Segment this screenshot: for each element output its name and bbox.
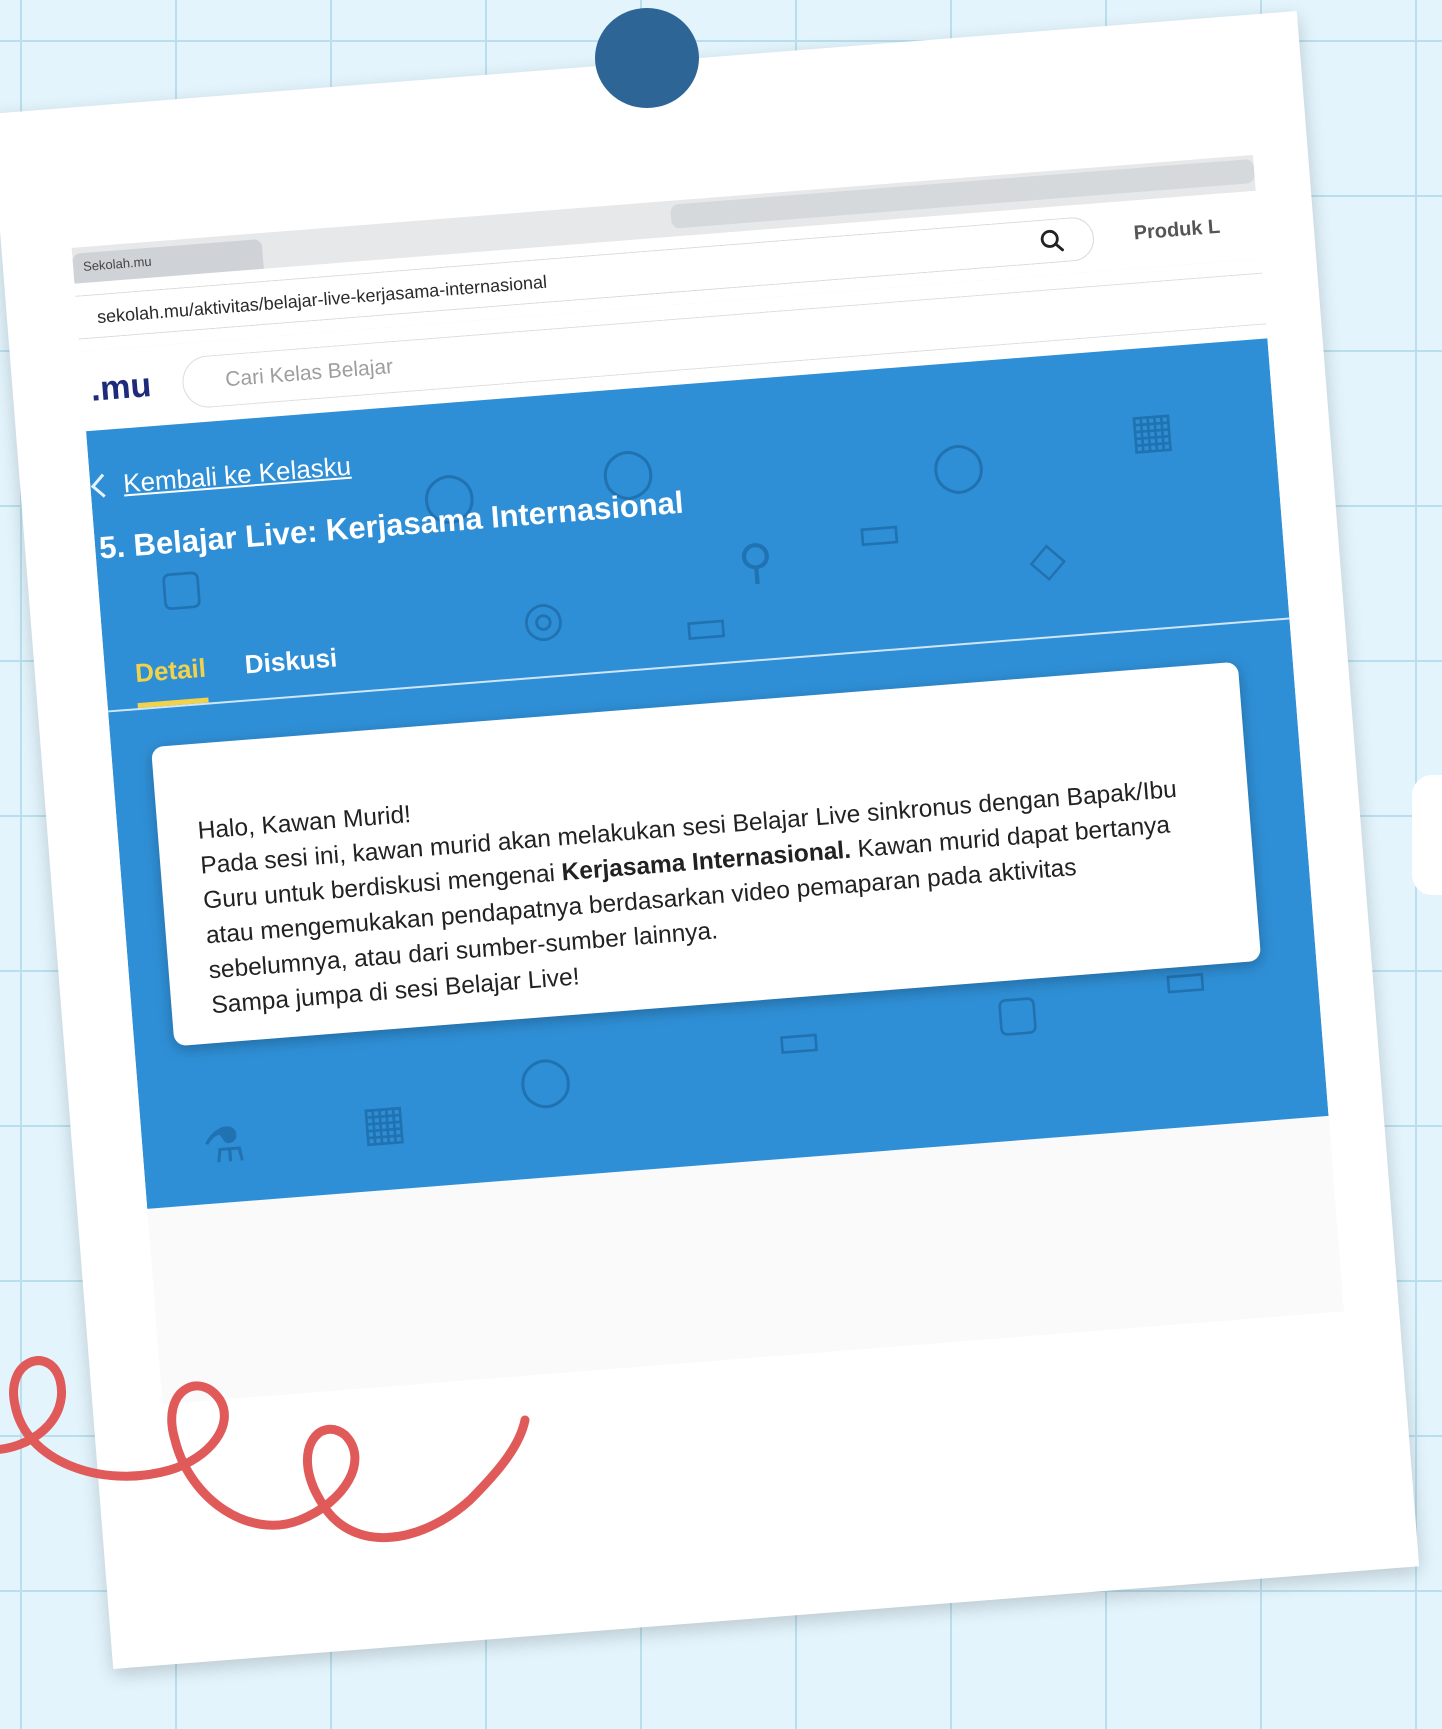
browser-screenshot: Sekolah.mu sekolah.mu/aktivitas/belajar-… <box>71 154 1344 1405</box>
detail-card: Halo, Kawan Murid! Pada sesi ini, kawan … <box>151 661 1262 1047</box>
squiggle-decoration <box>0 1356 530 1543</box>
activity-header: ◯ ◯ ◯ ▭ ◇ ⚲ ▭ ▦ ▢ ◎ ◯ ▦ ⚗ ▭ ▢ ▭ Kembali … <box>86 338 1329 1209</box>
shape-doodle-icon: ▢ <box>156 559 206 617</box>
produk-menu-link[interactable]: Produk L <box>1133 216 1221 246</box>
flask-doodle-icon: ⚗ <box>200 1118 248 1175</box>
tab-detail[interactable]: Detail <box>133 652 209 709</box>
shape-doodle-icon: ▢ <box>992 985 1042 1042</box>
search-icon[interactable] <box>1038 227 1066 255</box>
tab-diskusi[interactable]: Diskusi <box>244 642 340 694</box>
globe-doodle-icon: ◯ <box>516 1052 575 1110</box>
chevron-left-icon <box>90 473 115 498</box>
pin-decoration <box>595 8 699 108</box>
shape-doodle-icon: ▦ <box>1127 402 1177 460</box>
site-logo[interactable]: .mu <box>89 366 152 410</box>
shape-doodle-icon: ▦ <box>359 1095 409 1152</box>
globe-doodle-icon: ◯ <box>929 437 988 495</box>
magnifier-doodle-icon: ⚲ <box>736 534 776 591</box>
activity-title: 5. Belajar Live: Kerjasama Internasional <box>97 484 685 566</box>
paper-scrap-decoration <box>1412 775 1442 895</box>
back-link-row[interactable]: Kembali ke Kelasku <box>89 451 352 502</box>
book-doodle-icon: ▭ <box>854 504 904 562</box>
detail-text: Halo, Kawan Murid! Pada sesi ini, kawan … <box>196 735 1209 1023</box>
back-to-kelasku-link[interactable]: Kembali ke Kelasku <box>122 451 352 500</box>
book-doodle-icon: ▭ <box>774 1012 824 1069</box>
